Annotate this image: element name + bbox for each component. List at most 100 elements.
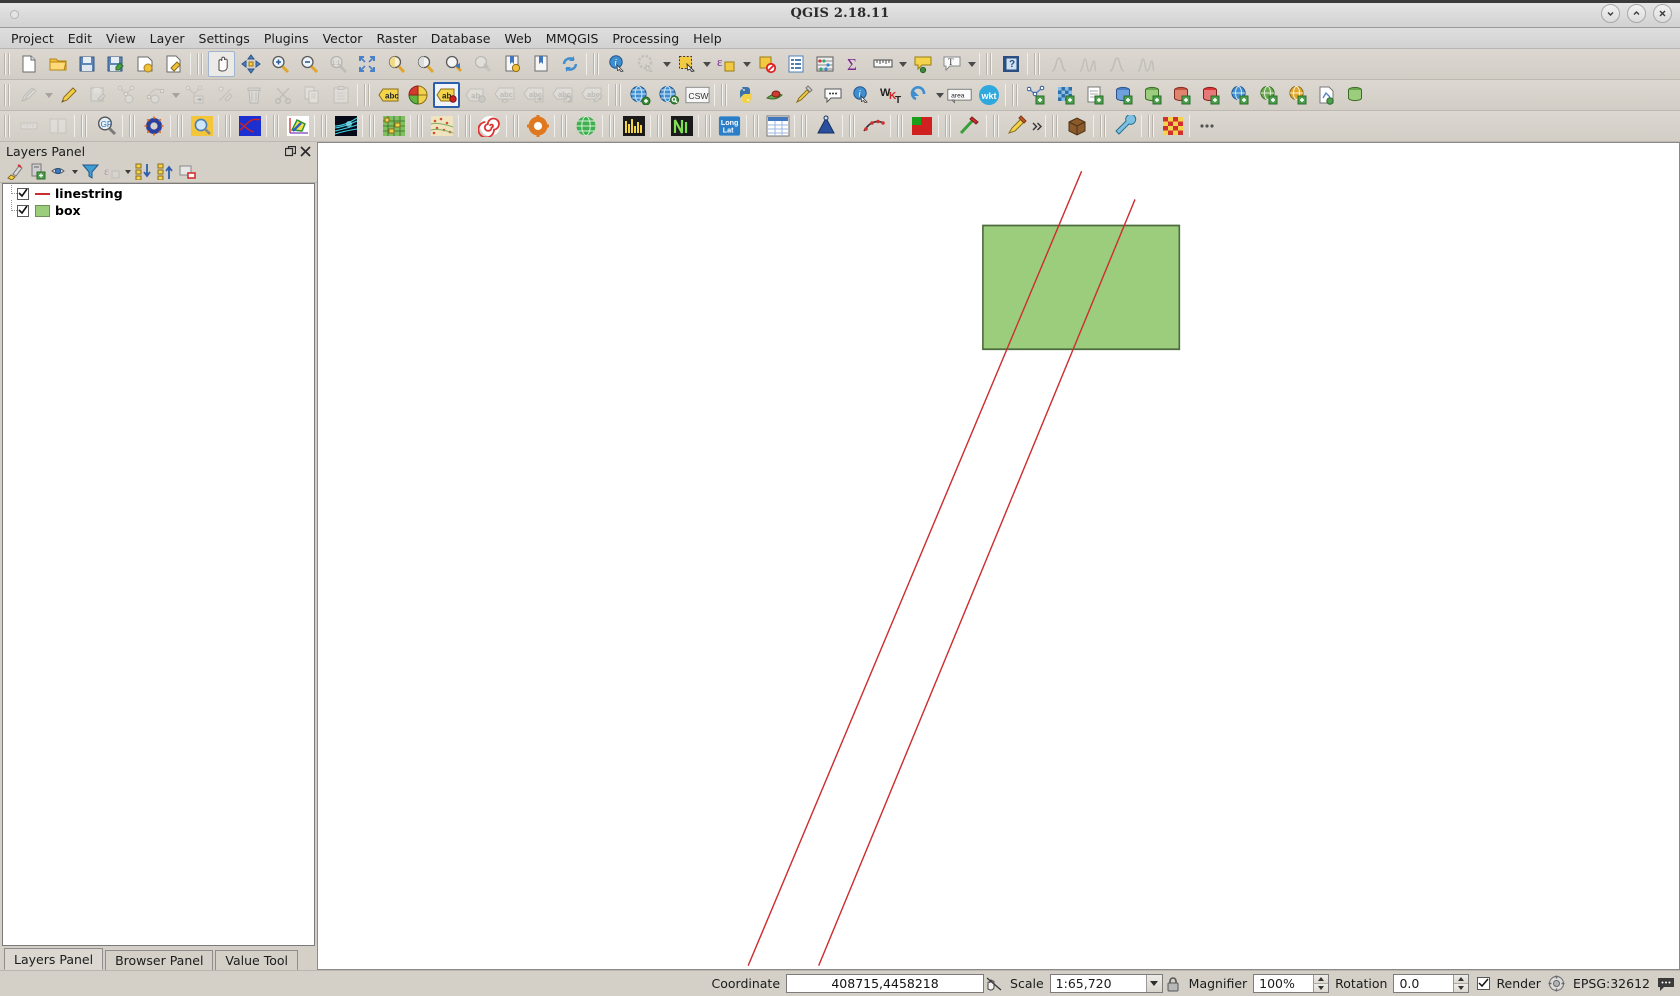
spiral-icon[interactable] <box>476 113 503 139</box>
select-by-expression-icon[interactable]: ε <box>713 51 740 77</box>
freehand-icon[interactable] <box>956 113 983 139</box>
magnifier-up[interactable] <box>1314 975 1329 984</box>
add-mssql-icon[interactable] <box>1168 82 1195 108</box>
annotation-dropdown-icon[interactable] <box>966 51 977 77</box>
paste-features-icon[interactable] <box>327 82 354 108</box>
add-wms-icon[interactable] <box>1226 82 1253 108</box>
delete-selected-icon[interactable] <box>240 82 267 108</box>
comment-icon[interactable] <box>819 82 846 108</box>
undo-dropdown-icon[interactable] <box>934 82 945 108</box>
identify-features-icon[interactable]: i <box>604 51 631 77</box>
rotation-spinner[interactable]: 0.0 <box>1393 974 1470 993</box>
menu-web[interactable]: Web <box>497 29 538 48</box>
crs-value[interactable]: EPSG:32612 <box>1567 976 1656 991</box>
dots-icon[interactable] <box>1193 113 1220 139</box>
deselect-features-icon[interactable] <box>753 51 780 77</box>
toolbar-grip[interactable] <box>614 84 623 106</box>
undock-icon[interactable] <box>283 144 298 159</box>
toolbar-grip[interactable] <box>704 115 713 137</box>
visibility-dropdown-icon[interactable] <box>70 162 79 182</box>
tab-layers-panel[interactable]: Layers Panel <box>4 948 104 970</box>
magnifier-down[interactable] <box>1314 983 1329 992</box>
window-menu-icon[interactable] <box>10 10 19 19</box>
add-delimited-text-icon[interactable]: , <box>1081 82 1108 108</box>
move-label-icon[interactable]: abc <box>520 82 547 108</box>
rotation-stepper[interactable] <box>1453 975 1469 992</box>
add-group-icon[interactable] <box>26 162 48 182</box>
histogram-icon-3[interactable] <box>1103 51 1130 77</box>
new-project-icon[interactable] <box>15 51 42 77</box>
mapswipe-icon[interactable] <box>44 113 71 139</box>
zoom-last-icon[interactable] <box>440 51 467 77</box>
toolbar-grip[interactable] <box>320 115 329 137</box>
close-button[interactable] <box>1653 4 1672 23</box>
settings-gear-icon[interactable] <box>140 113 167 139</box>
save-project-as-icon[interactable] <box>102 51 129 77</box>
toolbar-grip[interactable] <box>416 115 425 137</box>
measure-tool-icon[interactable] <box>15 113 42 139</box>
menu-vector[interactable]: Vector <box>316 29 370 48</box>
statistical-summary-icon[interactable]: Σ <box>840 51 867 77</box>
toolbar-grip[interactable] <box>363 84 372 106</box>
render-checkbox[interactable] <box>1477 977 1491 990</box>
coordinate-input[interactable]: 408715,4458218 <box>786 974 985 993</box>
toolbar-grip[interactable] <box>1033 53 1042 75</box>
tab-browser-panel[interactable]: Browser Panel <box>105 950 214 970</box>
select-dropdown-icon[interactable] <box>701 51 712 77</box>
shape-tools-icon[interactable] <box>812 113 839 139</box>
toolbar-grip[interactable] <box>1011 84 1020 106</box>
toolbar-grip[interactable] <box>3 53 12 75</box>
zoom-to-selection-icon[interactable] <box>382 51 409 77</box>
network-analysis-icon[interactable] <box>236 113 263 139</box>
measure-dropdown-icon[interactable] <box>897 51 908 77</box>
add-part-dropdown-icon[interactable] <box>170 82 181 108</box>
menu-plugins[interactable]: Plugins <box>257 29 316 48</box>
menu-raster[interactable]: Raster <box>369 29 423 48</box>
rotation-value[interactable]: 0.0 <box>1394 975 1424 992</box>
new-shapefile-icon[interactable] <box>1313 82 1340 108</box>
toolbar-grip[interactable] <box>608 115 617 137</box>
field-calculator-icon[interactable] <box>811 51 838 77</box>
n-plot-icon[interactable] <box>668 113 695 139</box>
toolbar-grip[interactable] <box>3 115 12 137</box>
map-canvas[interactable] <box>317 142 1680 970</box>
rotation-up[interactable] <box>1454 975 1469 984</box>
cut-features-icon[interactable] <box>269 82 296 108</box>
highlight-labels-icon[interactable]: abc <box>491 82 518 108</box>
toolbar-grip[interactable] <box>128 115 137 137</box>
area-icon[interactable]: area <box>946 82 973 108</box>
composer-manager-icon[interactable] <box>160 51 187 77</box>
new-spatialite-icon[interactable] <box>1342 82 1369 108</box>
maximize-button[interactable] <box>1627 4 1646 23</box>
lat-lon-tools-icon[interactable]: Long Lat <box>716 113 743 139</box>
qgis2web-icon[interactable] <box>572 113 599 139</box>
magnifier-spinner[interactable]: 100% <box>1253 974 1330 993</box>
mosaic-icon[interactable] <box>1159 113 1186 139</box>
add-wcs-icon[interactable] <box>1255 82 1282 108</box>
zoom-out-icon[interactable] <box>295 51 322 77</box>
layer-tree[interactable]: linestring box <box>2 183 315 946</box>
tab-value-tool[interactable]: Value Tool <box>215 950 299 970</box>
show-hide-labels-icon[interactable]: ab <box>462 82 489 108</box>
toolbar-grip[interactable] <box>592 53 601 75</box>
magnifier-stepper[interactable] <box>1313 975 1329 992</box>
toolbar-grip[interactable] <box>720 84 729 106</box>
toolbar-grip[interactable] <box>512 115 521 137</box>
menu-project[interactable]: Project <box>4 29 61 48</box>
minimize-button[interactable] <box>1601 4 1620 23</box>
add-feature-icon[interactable] <box>113 82 140 108</box>
add-wfs-icon[interactable] <box>1284 82 1311 108</box>
table-manager-icon[interactable] <box>764 113 791 139</box>
toggle-editing-icon[interactable] <box>55 82 82 108</box>
toolbar-grip[interactable] <box>196 53 205 75</box>
current-edits-icon[interactable] <box>15 82 42 108</box>
show-bookmarks-icon[interactable] <box>527 51 554 77</box>
toolbar-grip[interactable] <box>176 115 185 137</box>
add-part-icon[interactable] <box>142 82 169 108</box>
csw-icon[interactable]: CSW <box>684 82 711 108</box>
menu-layer[interactable]: Layer <box>143 29 192 48</box>
metasearch-search-icon[interactable] <box>655 82 682 108</box>
menu-edit[interactable]: Edit <box>61 29 99 48</box>
magnifier-value[interactable]: 100% <box>1254 975 1300 992</box>
pan-to-selection-icon[interactable] <box>237 51 264 77</box>
